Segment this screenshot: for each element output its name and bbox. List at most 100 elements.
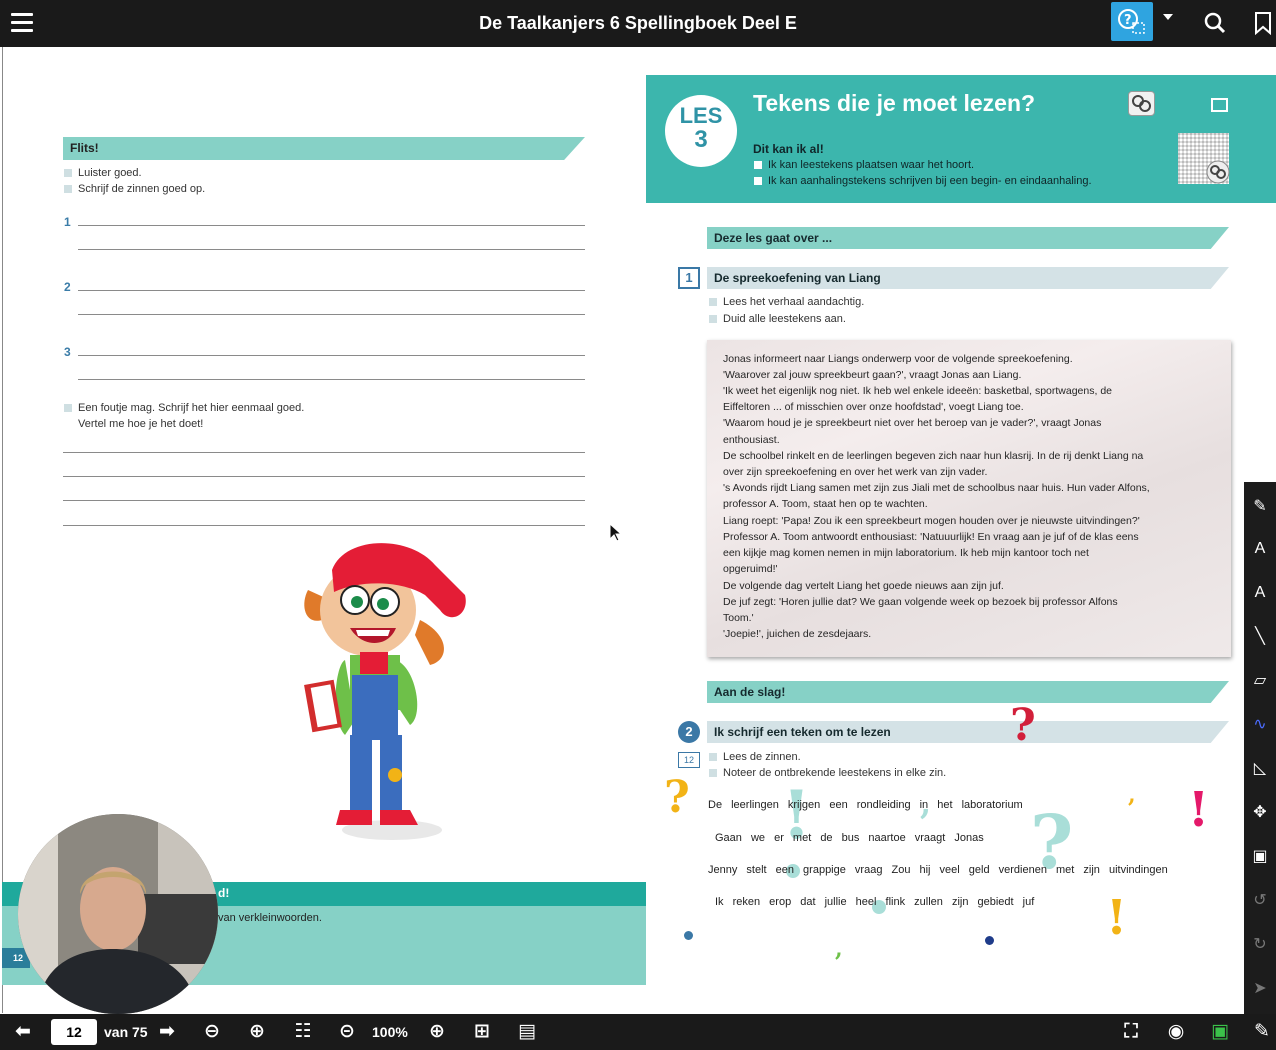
write-line[interactable] <box>63 525 585 526</box>
flits-bullet-2: Schrijf de zinnen goed op. <box>63 183 205 195</box>
write-line[interactable] <box>63 500 585 501</box>
mouse-cursor-icon <box>609 523 623 542</box>
lesson-badge: LES 3 <box>665 95 737 167</box>
write-line[interactable] <box>78 249 585 250</box>
story-line: Toom.' <box>723 612 754 624</box>
exclamation-decoration: ! <box>1106 890 1128 946</box>
story-line: enthousiast. <box>723 434 780 446</box>
story-line: Professor A. Toom antwoordt enthousiast:… <box>723 531 1139 543</box>
write-line[interactable] <box>78 379 585 380</box>
write-line[interactable] <box>78 225 585 226</box>
redo-icon[interactable]: ↻ <box>1244 932 1276 958</box>
eye-icon[interactable]: ◉ <box>1163 1020 1189 1044</box>
next-page-icon[interactable]: ➡ <box>154 1020 180 1044</box>
story-card: Jonas informeert naar Liangs onderwerp v… <box>707 340 1231 657</box>
story-line: De schoolbel rinkelt en de leerlingen be… <box>723 450 1144 462</box>
flits-label: Flits! <box>70 141 99 155</box>
exercise-2-number: 2 <box>678 721 700 743</box>
write-line[interactable] <box>78 290 585 291</box>
exercise-1-bar: De spreekoefening van Liang <box>707 267 1229 289</box>
write-line[interactable] <box>63 476 585 477</box>
dot-decoration <box>985 936 994 945</box>
ex1-bullet-1: Lees het verhaal aandachtig. <box>708 296 864 308</box>
exercise-2-title: Ik schrijf een teken om te lezen <box>714 725 891 739</box>
zoom-level: 100% <box>372 1024 408 1040</box>
story-line: Jonas informeert naar Liangs onderwerp v… <box>723 353 1073 365</box>
story-line: opgeruimd!' <box>723 563 778 575</box>
top-toolbar: De Taalkanjers 6 Spellingboek Deel E ? <box>0 0 1276 47</box>
write-line[interactable] <box>78 314 585 315</box>
line-number-1: 1 <box>64 215 71 229</box>
text-highlight-icon[interactable]: A <box>1244 536 1276 562</box>
footer-label: d! <box>218 886 230 900</box>
fit-page-icon[interactable]: ▤ <box>515 1020 539 1044</box>
goal-2: Ik kan aanhalingstekens schrijven bij ee… <box>753 175 1092 187</box>
story-line: 's Avonds rijdt Liang samen met zijn zus… <box>723 482 1150 494</box>
story-line: 'Ik weet het eigenlijk nog niet. Ik heb … <box>723 385 1113 397</box>
deze-les-bar: Deze les gaat over ... <box>707 227 1229 249</box>
story-line: professor A. Toom, staat hen op te wacht… <box>723 498 928 510</box>
forward-history-icon[interactable]: ⊕ <box>245 1020 269 1044</box>
line-number-2: 2 <box>64 280 71 294</box>
flits-bullet-1: Luister goed. <box>63 167 142 179</box>
line-tool-icon[interactable]: ╲ <box>1244 624 1276 650</box>
story-line: Liang roept: 'Papa! Zou ik een spreekbeu… <box>723 515 1140 527</box>
ex2-bullet-1: Lees de zinnen. <box>708 751 801 763</box>
page-dock-icon[interactable] <box>1211 98 1228 112</box>
exercise-2-bar: Ik schrijf een teken om te lezen <box>707 721 1229 743</box>
move-icon[interactable]: ✥ <box>1244 800 1276 826</box>
svg-text:?: ? <box>1124 13 1132 28</box>
story-line: 'Waarom houd je je spreekbeurt niet over… <box>723 417 1102 429</box>
text-tool-icon[interactable]: A <box>1244 580 1276 606</box>
undo-icon[interactable]: ↺ <box>1244 888 1276 914</box>
zoom-out-icon[interactable]: ⊝ <box>335 1020 359 1044</box>
pencil-icon[interactable]: ✎ <box>1250 1020 1274 1044</box>
table-of-contents-icon[interactable]: ☷ <box>291 1020 315 1044</box>
chevron-down-icon[interactable] <box>1163 14 1173 20</box>
bookmark-icon[interactable] <box>1254 11 1272 36</box>
pointer-icon[interactable]: ➤ <box>1244 976 1276 1002</box>
exercise-2-ref[interactable]: 12 <box>678 752 700 768</box>
story-line: Eiffeltoren ... of misschien over onze h… <box>723 401 1024 413</box>
ruler-icon[interactable]: ◺ <box>1244 756 1276 782</box>
les-number: 3 <box>694 126 708 153</box>
ex2-bullet-2: Noteer de ontbrekende leestekens in elke… <box>708 767 946 779</box>
link-icon[interactable] <box>1128 91 1155 116</box>
extra-bullet-2: Vertel me hoe je het doet! <box>63 418 203 430</box>
line-number-3: 3 <box>64 345 71 359</box>
previous-page-icon[interactable]: ⬅ <box>10 1020 36 1044</box>
reader-app: { "app": { "title": "De Taalkanjers 6 Sp… <box>0 0 1276 1050</box>
page-number-input[interactable]: 12 <box>51 1019 97 1045</box>
write-line[interactable] <box>63 452 585 453</box>
help-select-icon[interactable]: ? <box>1111 2 1153 41</box>
page-layout-icon[interactable]: ⊞ <box>470 1020 494 1044</box>
zoom-in-icon[interactable]: ⊕ <box>425 1020 449 1044</box>
write-line[interactable] <box>78 355 585 356</box>
back-history-icon[interactable]: ⊖ <box>200 1020 224 1044</box>
pencil-icon[interactable]: ✎ <box>1244 494 1276 520</box>
footer-text: van verkleinwoorden. <box>218 912 322 924</box>
story-line: een kijkje mag komen nemen in mijn labor… <box>723 547 1089 559</box>
image-icon[interactable]: ▣ <box>1244 844 1276 870</box>
book-title: De Taalkanjers 6 Spellingboek Deel E <box>479 13 797 33</box>
lesson-title: Tekens die je moet lezen? <box>753 90 1036 116</box>
save-icon[interactable]: ▣ <box>1208 1020 1232 1044</box>
search-icon[interactable] <box>1204 12 1226 34</box>
story-line: 'Joepie!', juichen de zesdejaars. <box>723 628 872 640</box>
story-line: over zijn spreekoefening en over het wer… <box>723 466 988 478</box>
link-icon[interactable] <box>1206 160 1230 184</box>
bullet-mask <box>63 418 75 430</box>
webcam-video[interactable] <box>18 814 218 1014</box>
goal-1: Ik kan leestekens plaatsen waar het hoor… <box>753 159 974 171</box>
eraser-icon[interactable]: ▱ <box>1244 668 1276 694</box>
freehand-icon[interactable]: ∿ <box>1244 712 1276 738</box>
sentence-3: Jenny stelt een grappige vraag Zou hij v… <box>708 864 1168 876</box>
extra-bullet-1: Een foutje mag. Schrijf het hier eenmaal… <box>63 402 304 414</box>
deze-les-label: Deze les gaat over ... <box>714 231 833 245</box>
comma-decoration: , <box>835 936 843 962</box>
question-mark-decoration: ? <box>1010 700 1036 751</box>
exercise-1-number: 1 <box>678 267 700 289</box>
story-line: 'Waarover zal jouw spreekbeurt gaan?', v… <box>723 369 1022 381</box>
fullscreen-icon[interactable]: ⛶ <box>1119 1020 1143 1044</box>
les-label: LES <box>679 103 723 128</box>
